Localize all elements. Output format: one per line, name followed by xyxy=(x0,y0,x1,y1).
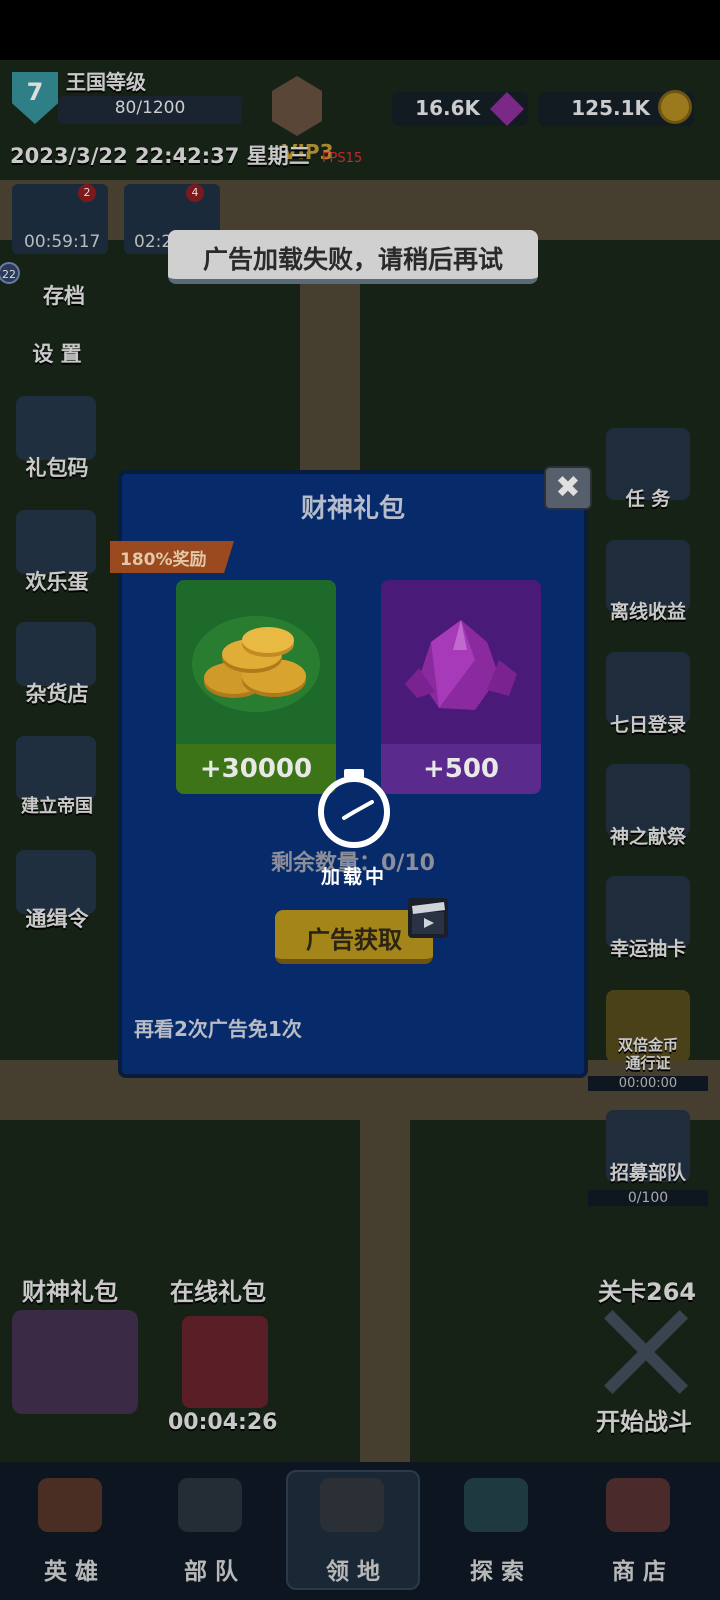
troops-icon xyxy=(178,1478,242,1532)
online-gift-box-icon[interactable] xyxy=(182,1316,268,1408)
close-button[interactable]: ✖ xyxy=(544,466,592,510)
bonus-ribbon-text: 180%奖励 xyxy=(120,550,207,570)
gem-reward-amount: +500 xyxy=(381,744,541,794)
gold-coins-icon xyxy=(192,616,320,712)
stage-label: 关卡264 xyxy=(598,1278,697,1306)
lucky-draw-label[interactable]: 幸运抽卡 xyxy=(598,934,698,961)
fps-counter: FPS15 xyxy=(322,151,363,166)
timer-value-1: 00:59:17 xyxy=(24,232,101,252)
offline-earnings-label[interactable]: 离线收益 xyxy=(598,597,698,624)
online-gift-timer: 00:04:26 xyxy=(168,1410,278,1435)
settings-label[interactable]: 设 置 xyxy=(2,338,112,368)
recruit-troops-label[interactable]: 招募部队 xyxy=(598,1158,698,1185)
wealth-gift-chest-icon[interactable] xyxy=(12,1310,138,1414)
happy-egg-icon[interactable] xyxy=(16,510,96,574)
coin-reward-amount: +30000 xyxy=(176,744,336,794)
online-gift-label[interactable]: 在线礼包 xyxy=(170,1272,266,1307)
build-empire-label[interactable]: 建立帝国 xyxy=(2,792,112,818)
grocery-icon[interactable] xyxy=(16,622,96,686)
kingdom-progress-value: 80/1200 xyxy=(114,98,186,118)
double-coin-label-2[interactable]: 通行证 xyxy=(598,1052,698,1073)
kingdom-level-number: 7 xyxy=(26,78,44,106)
nav-explore-label: 探 索 xyxy=(469,1559,524,1585)
recruit-progress: 0/100 xyxy=(588,1190,708,1206)
build-empire-icon[interactable] xyxy=(16,736,96,800)
coin-amount: 125.1K xyxy=(571,96,650,120)
shop-icon xyxy=(606,1478,670,1532)
wanted-label[interactable]: 通缉令 xyxy=(2,903,112,933)
timer-badge-2: 4 xyxy=(186,184,204,202)
save-label[interactable]: 存档 xyxy=(24,280,104,310)
nav-territory-label: 领 地 xyxy=(325,1559,380,1585)
seven-day-login-label[interactable]: 七日登录 xyxy=(598,710,698,737)
explore-map-icon xyxy=(464,1478,528,1532)
clapperboard-icon xyxy=(408,898,448,938)
status-bar xyxy=(0,0,720,60)
nav-troops-label: 部 队 xyxy=(183,1559,238,1585)
double-coin-timer: 00:00:00 xyxy=(588,1076,708,1091)
grocery-label[interactable]: 杂货店 xyxy=(2,678,112,708)
modal-title: 财神礼包 xyxy=(300,494,405,524)
sacrifice-label[interactable]: 神之献祭 xyxy=(598,822,698,849)
purple-gems-icon xyxy=(405,620,517,710)
nav-shop-label: 商 店 xyxy=(611,1559,666,1585)
tasks-label[interactable]: 任 务 xyxy=(598,484,698,511)
nav-heroes-label: 英 雄 xyxy=(43,1559,98,1585)
timer-badge-1: 2 xyxy=(78,184,96,202)
loading-text: 加载中 xyxy=(320,866,387,888)
coin-icon xyxy=(658,90,692,124)
gem-reward-card: +500 xyxy=(381,580,541,794)
timer-value-2: 02:2 xyxy=(134,232,173,252)
ad-footnote: 再看2次广告免1次 xyxy=(134,1017,302,1041)
heroes-icon xyxy=(38,1478,102,1532)
stopwatch-icon xyxy=(318,776,390,848)
gift-code-icon[interactable] xyxy=(16,396,96,460)
gift-code-label[interactable]: 礼包码 xyxy=(2,452,112,482)
wealth-gift-label[interactable]: 财神礼包 xyxy=(22,1272,118,1307)
toast-text: 广告加载失败，请稍后再试 xyxy=(202,245,503,274)
start-battle-label[interactable]: 开始战斗 xyxy=(596,1402,692,1437)
territory-icon xyxy=(320,1478,384,1532)
bonus-ribbon: 180%奖励 xyxy=(110,541,234,573)
toast-message: 广告加载失败，请稍后再试 xyxy=(168,230,538,284)
kingdom-level-title: 王国等级 xyxy=(66,70,146,94)
coin-reward-card: +30000 xyxy=(176,580,336,794)
happy-egg-label[interactable]: 欢乐蛋 xyxy=(2,566,112,596)
gem-amount: 16.6K xyxy=(415,96,480,120)
datetime-display: 2023/3/22 22:42:37 星期三 xyxy=(10,144,310,168)
